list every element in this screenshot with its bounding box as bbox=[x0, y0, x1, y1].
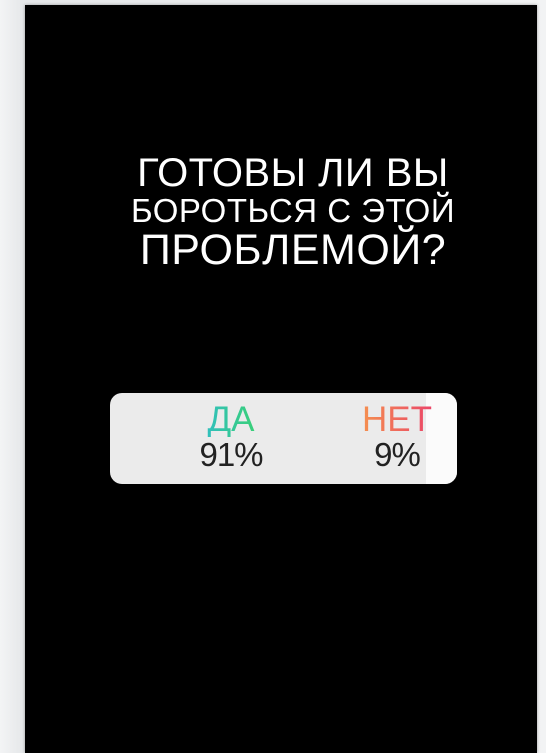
question-line-2: БОРОТЬСЯ С ЭТОЙ bbox=[130, 192, 456, 229]
question-text: ГОТОВЫ ЛИ ВЫ БОРОТЬСЯ С ЭТОЙ ПРОБЛЕМОЙ? bbox=[83, 153, 503, 272]
poll-option-no[interactable]: НЕТ 9% bbox=[342, 402, 452, 473]
poll-option-yes-percent: 91% bbox=[199, 436, 263, 473]
story-canvas: ГОТОВЫ ЛИ ВЫ БОРОТЬСЯ С ЭТОЙ ПРОБЛЕМОЙ? … bbox=[25, 5, 537, 753]
poll-sticker[interactable]: ДА 91% НЕТ 9% bbox=[110, 393, 457, 484]
poll-option-yes-label: ДА bbox=[176, 402, 286, 437]
poll-option-yes[interactable]: ДА 91% bbox=[176, 402, 286, 473]
poll-option-no-label: НЕТ bbox=[342, 402, 452, 437]
question-line-3: ПРОБЛЕМОЙ? bbox=[139, 226, 447, 274]
page: ГОТОВЫ ЛИ ВЫ БОРОТЬСЯ С ЭТОЙ ПРОБЛЕМОЙ? … bbox=[0, 0, 546, 753]
question-line-1: ГОТОВЫ ЛИ ВЫ bbox=[137, 151, 449, 195]
poll-option-no-percent: 9% bbox=[374, 436, 421, 473]
